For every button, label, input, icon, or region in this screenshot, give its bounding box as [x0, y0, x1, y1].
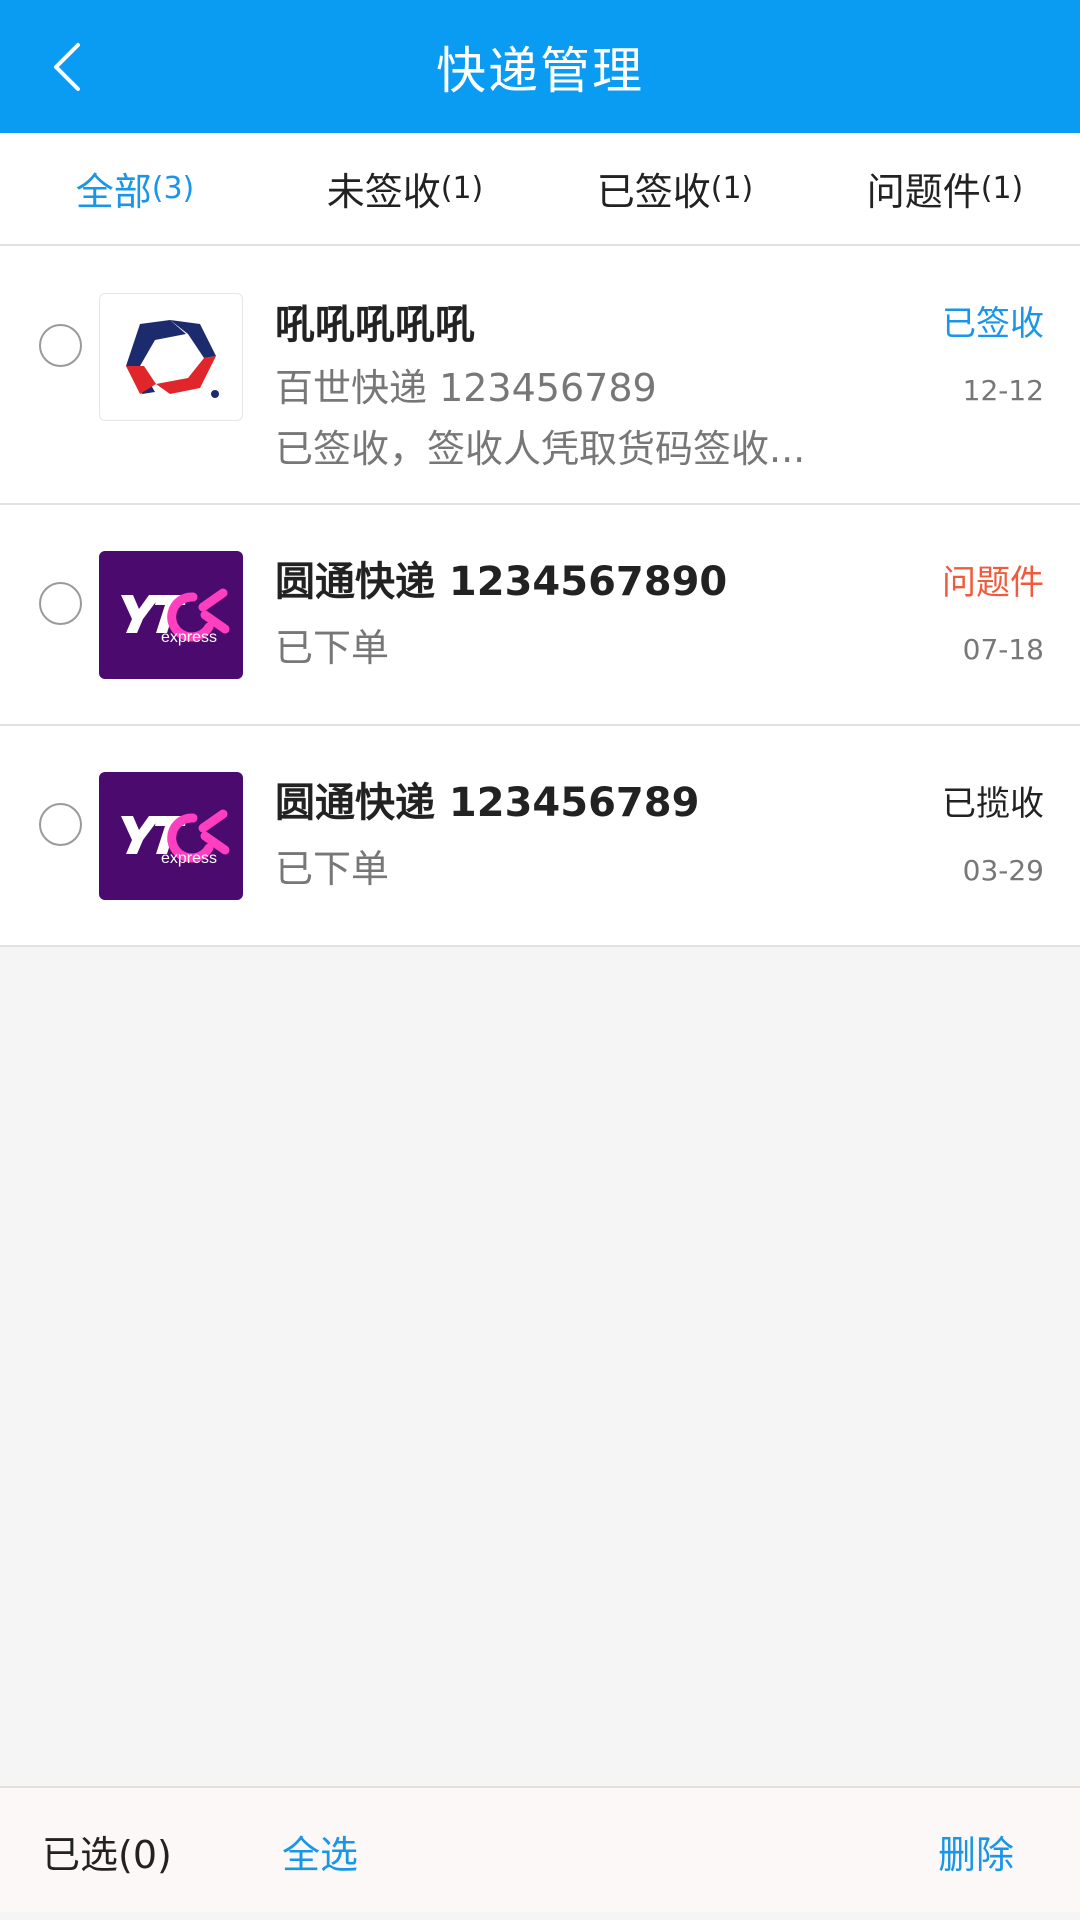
package-detail: 已签收，签收人凭取货码签收... [275, 427, 806, 471]
selected-count: 已选(0) [42, 1833, 172, 1877]
tab-signed[interactable]: 已签收 (1) [540, 133, 810, 244]
tab-label: 已签收 [596, 170, 711, 214]
list-item[interactable]: express 圆通快递 123456789 已下单 已揽收 03-29 [0, 726, 1080, 947]
screen: 快递管理 全部 (3) 未签收 (1) 已签收 (1) 问题件 (1) 吼吼吼吼… [0, 0, 1080, 1920]
list-item[interactable]: express 圆通快递 1234567890 已下单 问题件 07-18 [0, 505, 1080, 726]
package-date: 12-12 [962, 374, 1044, 407]
status-badge: 已签收 [942, 304, 1044, 344]
header-bar: 快递管理 [0, 0, 1080, 133]
package-title: 圆通快递 123456789 [275, 780, 700, 826]
tab-label: 全部 [75, 170, 152, 214]
package-date: 07-18 [962, 633, 1044, 666]
package-date: 03-29 [962, 854, 1044, 887]
tab-count: (1) [440, 171, 484, 206]
tab-unsigned[interactable]: 未签收 (1) [270, 133, 540, 244]
delete-button[interactable]: 删除 [938, 1824, 1014, 1879]
yto-express-logo-icon [121, 588, 230, 642]
tab-count: (1) [980, 171, 1024, 206]
tab-count: (3) [151, 171, 195, 206]
list-item[interactable]: 吼吼吼吼吼 百世快递 123456789 已签收，签收人凭取货码签收... 已签… [0, 246, 1080, 505]
status-badge: 已揽收 [942, 784, 1044, 824]
bottom-action-bar: 已选(0) 全选 删除 [0, 1786, 1080, 1912]
package-detail: 已下单 [275, 626, 390, 670]
select-checkbox[interactable] [39, 324, 82, 367]
back-arrow-icon [54, 43, 80, 91]
tab-label: 问题件 [866, 170, 981, 214]
tab-count: (1) [710, 171, 754, 206]
select-checkbox[interactable] [39, 582, 82, 625]
package-number: 百世快递 123456789 [275, 366, 657, 410]
tab-problem[interactable]: 问题件 (1) [810, 133, 1080, 244]
yto-logo-text: express [161, 850, 218, 867]
page-title: 快递管理 [436, 41, 644, 100]
tab-all[interactable]: 全部 (3) [0, 133, 270, 244]
best-express-logo-icon [126, 320, 219, 398]
best-express-logo [99, 293, 243, 421]
yto-logo-text: express [161, 629, 218, 646]
yto-express-logo: express [99, 551, 243, 679]
package-list: 吼吼吼吼吼 百世快递 123456789 已签收，签收人凭取货码签收... 已签… [0, 246, 1080, 947]
yto-express-logo-icon [121, 809, 230, 863]
package-title: 圆通快递 1234567890 [275, 559, 728, 605]
back-button[interactable] [28, 27, 108, 107]
package-detail: 已下单 [275, 847, 390, 891]
select-all-button[interactable]: 全选 [282, 1824, 358, 1879]
filter-tabs: 全部 (3) 未签收 (1) 已签收 (1) 问题件 (1) [0, 133, 1080, 246]
status-badge: 问题件 [942, 563, 1044, 603]
select-checkbox[interactable] [39, 803, 82, 846]
tab-label: 未签收 [326, 170, 441, 214]
package-title: 吼吼吼吼吼 [275, 302, 475, 348]
yto-express-logo: express [99, 772, 243, 900]
